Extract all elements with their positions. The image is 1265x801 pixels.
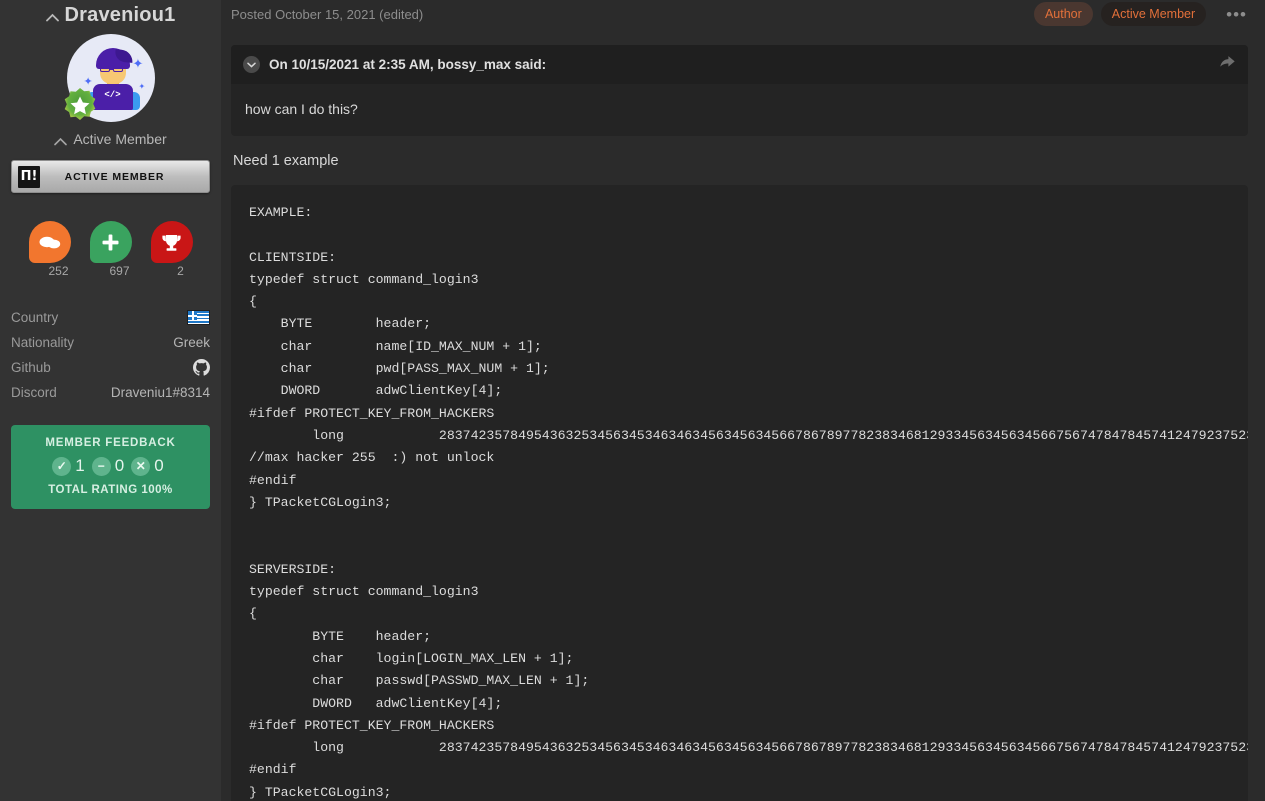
- info-key: Country: [11, 310, 58, 325]
- feedback-neutral-count: 0: [114, 456, 129, 476]
- feedback-neutral: − 0: [92, 456, 129, 476]
- post-content: Posted October 15, 2021 (edited) Author …: [221, 0, 1265, 801]
- avatar-glasses-bridge: [110, 68, 113, 70]
- post-header: Posted October 15, 2021 (edited) Author …: [221, 0, 1265, 28]
- active-member-badge[interactable]: П! ACTIVE MEMBER: [11, 160, 210, 193]
- avatar-glasses-left: [100, 65, 110, 72]
- badge-active-member[interactable]: Active Member: [1101, 2, 1206, 26]
- share-arrow-icon[interactable]: [1219, 55, 1236, 75]
- avatar[interactable]: ✦ ✦ ✦ </>: [67, 34, 155, 122]
- forum-post-page: Draveniou1 ✦ ✦ ✦ </>: [0, 0, 1265, 801]
- speech-bubble-icon: [29, 221, 71, 263]
- post-timestamp: Posted October 15, 2021 (edited): [231, 7, 1026, 22]
- member-feedback-total: TOTAL RATING 100%: [21, 484, 200, 496]
- github-icon[interactable]: [193, 359, 210, 376]
- feedback-negative-count: 0: [153, 456, 168, 476]
- plus-icon: [90, 221, 132, 263]
- quote-attribution: On 10/15/2021 at 2:35 AM, bossy_max said…: [269, 57, 1219, 72]
- feedback-positive-count: 1: [74, 456, 89, 476]
- badge-glyph-icon: П!: [18, 166, 40, 188]
- profile-info-table: Country Nationality: [11, 305, 210, 405]
- info-key: Github: [11, 360, 51, 375]
- username[interactable]: Draveniou1: [65, 3, 176, 27]
- info-row-discord: Discord Draveniu1#8314: [11, 380, 210, 405]
- close-circle-icon: ✕: [131, 457, 150, 476]
- chevron-up-icon: [46, 13, 59, 22]
- info-value: Greek: [173, 335, 210, 350]
- quote-block: On 10/15/2021 at 2:35 AM, bossy_max said…: [231, 45, 1248, 136]
- avatar-glasses-right: [113, 65, 123, 72]
- feedback-negative: ✕ 0: [131, 456, 168, 476]
- member-feedback-counts: ✓ 1 − 0 ✕ 0: [21, 456, 200, 476]
- quote-text: how can I do this?: [231, 84, 1248, 136]
- sparkle-icon: ✦: [139, 82, 146, 91]
- info-row-nationality: Nationality Greek: [11, 330, 210, 355]
- stat-trophies[interactable]: 2: [151, 221, 193, 278]
- minus-circle-icon: −: [92, 457, 111, 476]
- post-body: On 10/15/2021 at 2:35 AM, bossy_max said…: [221, 45, 1265, 801]
- info-row-country: Country: [11, 305, 210, 330]
- avatar-code-glyph: </>: [101, 90, 125, 100]
- member-feedback-title: MEMBER FEEDBACK: [21, 437, 200, 449]
- feedback-positive: ✓ 1: [52, 456, 89, 476]
- stats-row: 252 697: [11, 221, 210, 278]
- info-key: Nationality: [11, 335, 74, 350]
- active-member-badge-label: ACTIVE MEMBER: [40, 171, 203, 183]
- stat-reputation-count: 697: [99, 264, 141, 278]
- info-row-github[interactable]: Github: [11, 355, 210, 380]
- code-block: EXAMPLE: CLIENTSIDE: typedef struct comm…: [231, 185, 1248, 801]
- star-badge-icon: [61, 86, 99, 124]
- stat-reputation[interactable]: 697: [90, 221, 132, 278]
- rank-label: Active Member: [73, 131, 166, 147]
- stat-trophies-count: 2: [160, 264, 202, 278]
- trophy-icon: [151, 221, 193, 263]
- member-feedback-box[interactable]: MEMBER FEEDBACK ✓ 1 − 0 ✕ 0 TOTAL RATING…: [11, 425, 210, 509]
- more-options-icon[interactable]: •••: [1226, 6, 1247, 23]
- stat-posts[interactable]: 252: [29, 221, 71, 278]
- rank-row: Active Member: [11, 131, 210, 147]
- badge-author[interactable]: Author: [1034, 2, 1093, 26]
- username-row[interactable]: Draveniou1: [11, 0, 210, 28]
- info-key: Discord: [11, 385, 57, 400]
- quote-header[interactable]: On 10/15/2021 at 2:35 AM, bossy_max said…: [231, 45, 1248, 84]
- post-intro-text: Need 1 example: [231, 153, 1248, 169]
- info-value: Draveniu1#8314: [111, 385, 210, 400]
- author-sidebar: Draveniou1 ✦ ✦ ✦ </>: [0, 0, 221, 801]
- chevron-up-icon: [54, 137, 67, 146]
- greek-flag-icon: [187, 310, 210, 325]
- check-circle-icon: ✓: [52, 457, 71, 476]
- stat-posts-count: 252: [38, 264, 80, 278]
- sparkle-icon: ✦: [133, 56, 144, 72]
- chevron-down-icon[interactable]: [243, 56, 260, 73]
